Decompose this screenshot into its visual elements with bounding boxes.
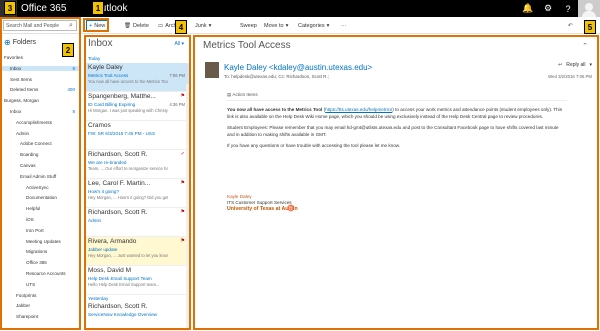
more-icon[interactable]: ··· (341, 20, 347, 31)
junk-label: Junk (195, 22, 207, 29)
sweep-button[interactable]: Sweep (240, 20, 257, 31)
delete-button[interactable]: 🗑 Delete (124, 20, 149, 31)
top-bar: ⋮ Office 365 Outlook 🔔 ⚙ ? (0, 0, 600, 17)
chevron-down-icon: ▾ (208, 22, 212, 29)
categories-label: Categories (298, 22, 325, 29)
trash-icon: 🗑 (124, 22, 131, 29)
move-to-button[interactable]: Move to ▾ (264, 20, 288, 31)
app-title[interactable]: Office 365 (21, 3, 66, 14)
callout-number-5: 5 (584, 20, 596, 34)
callout-box-folders (0, 17, 81, 330)
help-icon[interactable]: ? (558, 0, 578, 17)
callout-number-3: 3 (4, 1, 16, 15)
bell-icon[interactable]: 🔔 (518, 0, 538, 17)
delete-label: Delete (132, 22, 149, 29)
callout-box-reading (193, 35, 599, 330)
callout-number-2: 2 (62, 43, 74, 57)
callout-box-new (83, 18, 109, 32)
gear-icon[interactable]: ⚙ (538, 0, 558, 17)
junk-button[interactable]: Junk ▾ (195, 20, 211, 31)
callout-number-1: 1 (92, 1, 104, 15)
sweep-label: Sweep (240, 22, 257, 29)
chevron-down-icon: ▾ (285, 22, 289, 29)
move-to-label: Move to (264, 22, 284, 29)
chevron-down-icon: ▾ (326, 22, 330, 29)
callout-number-4: 4 (175, 20, 187, 34)
undo-icon[interactable]: ↶ (568, 20, 573, 31)
avatar[interactable] (578, 0, 600, 17)
callout-box-inbox (84, 35, 191, 330)
archive-icon: ▭ (158, 22, 164, 29)
categories-button[interactable]: Categories ▾ (298, 20, 329, 31)
